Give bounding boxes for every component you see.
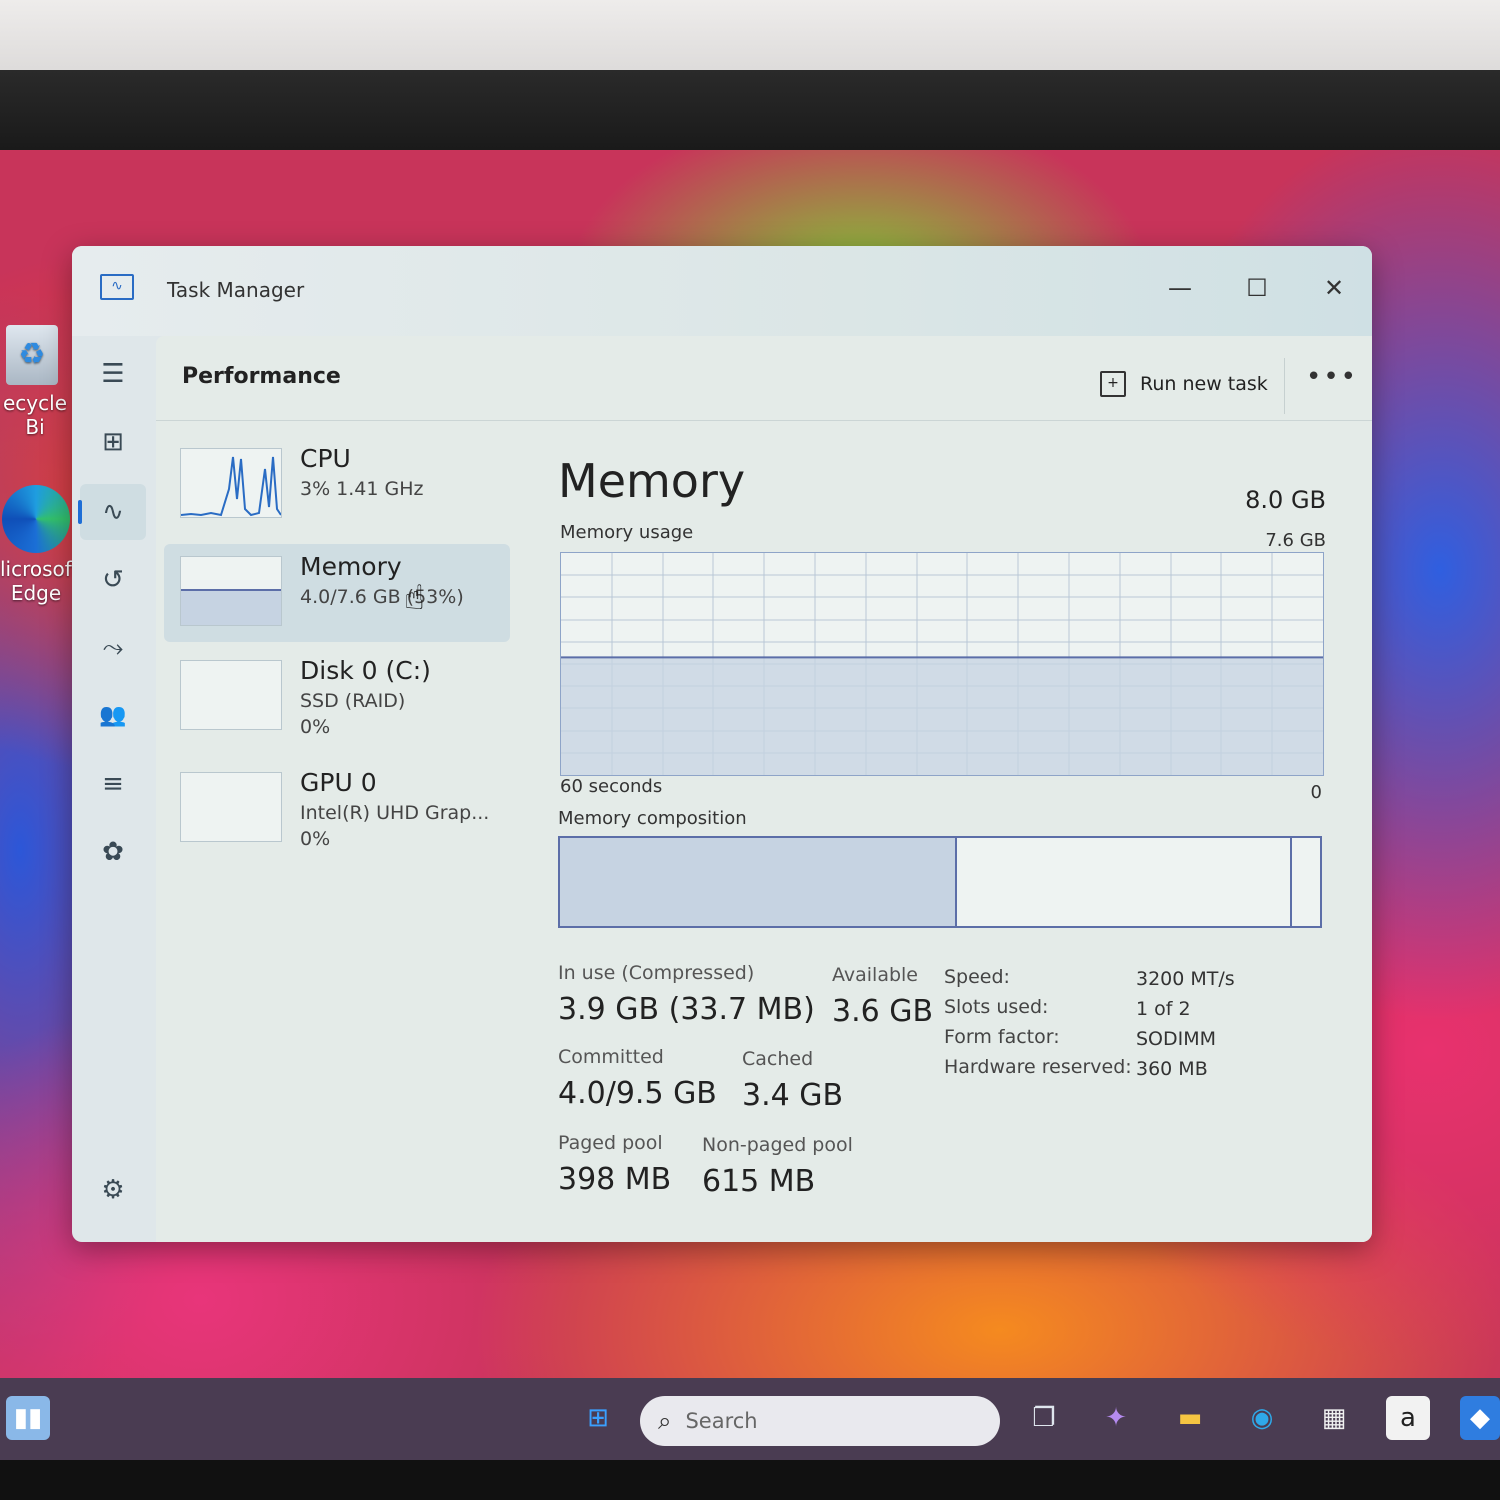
memory-usage: 4.0/7.6 GB (53%) — [300, 586, 464, 608]
monitor-bottom-bezel — [0, 1460, 1500, 1500]
memory-mini-fill — [181, 589, 281, 625]
hardware-reserved-label: Hardware reserved: — [944, 1056, 1132, 1078]
gpu-usage: 0% — [300, 828, 331, 850]
recycle-bin-label: ecycle Bi — [3, 391, 67, 439]
paged-pool-value: 398 MB — [558, 1162, 672, 1197]
memory-name: Memory — [300, 552, 402, 581]
minimize-button[interactable]: — — [1150, 268, 1210, 308]
recycle-bin-shortcut[interactable]: ♻ ecycle Bi — [0, 325, 70, 439]
memory-thumbnail — [180, 556, 282, 626]
cpu-name: CPU — [300, 444, 351, 473]
committed-label: Committed — [558, 1046, 664, 1068]
nav-rail: ☰ ⊞ ∿ ↺ ⤳ 👥 ≡ ✿ ⚙ — [72, 336, 156, 1242]
cached-label: Cached — [742, 1048, 814, 1070]
performance-panel: Performance + Run new task ••• CPU 3% 1.… — [156, 336, 1372, 1242]
edge-taskbar-icon[interactable]: ◉ — [1240, 1396, 1284, 1440]
hamburger-icon[interactable]: ☰ — [80, 346, 146, 402]
widgets-icon[interactable]: ▮▮ — [6, 1396, 50, 1440]
hardware-reserved-value: 360 MB — [1136, 1058, 1208, 1080]
store-icon[interactable]: ▦ — [1312, 1396, 1356, 1440]
taskbar: ▮▮ ⊞ ⌕ Search ❐ ✦ ▬ ◉ ▦ a ◆ — [0, 1378, 1500, 1460]
disk-usage: 0% — [300, 716, 331, 738]
committed-value: 4.0/9.5 GB — [558, 1076, 717, 1111]
cpu-mini-graph — [181, 456, 281, 517]
graph-zero-label: 0 — [1310, 782, 1322, 803]
file-explorer-icon[interactable]: ▬ — [1168, 1396, 1212, 1440]
run-new-task-button[interactable]: + Run new task — [1100, 366, 1268, 402]
maximize-button[interactable]: ☐ — [1227, 268, 1287, 308]
memory-total: 8.0 GB — [1245, 486, 1326, 514]
device-gpu[interactable]: GPU 0 Intel(R) UHD Grap... 0% — [164, 760, 510, 858]
available-value: 3.6 GB — [832, 994, 934, 1029]
run-new-task-icon: + — [1100, 371, 1126, 397]
composition-standby-divider — [560, 838, 1292, 926]
hand-cursor-icon: ☝ — [404, 578, 425, 618]
processes-icon[interactable]: ⊞ — [80, 414, 146, 470]
cached-value: 3.4 GB — [742, 1078, 844, 1113]
edge-label-line1: licrosoft — [0, 557, 80, 581]
run-new-task-label: Run new task — [1140, 373, 1268, 395]
edge-icon — [2, 485, 70, 553]
disk-thumbnail — [180, 660, 282, 730]
memory-usage-max: 7.6 GB — [1265, 530, 1326, 551]
slots-used-label: Slots used: — [944, 996, 1049, 1018]
cpu-usage: 3% 1.41 GHz — [300, 478, 424, 500]
taskbar-search[interactable]: ⌕ Search — [640, 1396, 1000, 1446]
page-title: Performance — [182, 364, 341, 389]
memory-usage-label: Memory usage — [560, 522, 694, 543]
start-button-icon[interactable]: ⊞ — [576, 1396, 620, 1440]
graph-time-label: 60 seconds — [560, 776, 663, 797]
settings-icon[interactable]: ⚙ — [80, 1162, 146, 1218]
title-bar[interactable]: ∿ Task Manager — ☐ ✕ — [72, 246, 1372, 336]
amazon-icon[interactable]: a — [1386, 1396, 1430, 1440]
nonpaged-pool-label: Non-paged pool — [702, 1134, 853, 1156]
gpu-model: Intel(R) UHD Grap... — [300, 802, 490, 824]
search-placeholder: Search — [685, 1409, 758, 1433]
slots-used-value: 1 of 2 — [1136, 998, 1191, 1020]
window-title: Task Manager — [167, 278, 305, 302]
header-divider — [1284, 358, 1285, 414]
search-icon: ⌕ — [658, 1407, 672, 1435]
form-factor-value: SODIMM — [1136, 1028, 1217, 1050]
task-view-icon[interactable]: ❐ — [1022, 1396, 1066, 1440]
edge-label-line2: Edge — [10, 581, 62, 605]
device-memory[interactable]: Memory 4.0/7.6 GB (53%) — [164, 544, 510, 642]
memory-composition-bar — [558, 836, 1322, 928]
dropbox-icon[interactable]: ◆ — [1460, 1396, 1500, 1440]
memory-usage-fill — [561, 657, 1323, 775]
task-manager-window: ∿ Task Manager — ☐ ✕ ☰ ⊞ ∿ ↺ ⤳ 👥 ≡ ✿ ⚙ P… — [72, 246, 1372, 1242]
nonpaged-pool-value: 615 MB — [702, 1164, 816, 1199]
edge-shortcut[interactable]: licrosoft Edge — [0, 485, 80, 605]
cpu-thumbnail — [180, 448, 282, 518]
memory-composition-label: Memory composition — [558, 808, 747, 829]
app-history-icon[interactable]: ↺ — [80, 552, 146, 608]
copilot-icon[interactable]: ✦ — [1094, 1396, 1138, 1440]
device-cpu[interactable]: CPU 3% 1.41 GHz — [164, 436, 510, 534]
disk-name: Disk 0 (C:) — [300, 656, 431, 685]
speed-value: 3200 MT/s — [1136, 968, 1235, 990]
form-factor-label: Form factor: — [944, 1026, 1060, 1048]
users-icon[interactable]: 👥 — [80, 688, 146, 744]
in-use-label: In use (Compressed) — [558, 962, 755, 984]
recycle-bin-icon: ♻ — [6, 325, 58, 385]
performance-icon[interactable]: ∿ — [78, 484, 146, 540]
panel-header: Performance + Run new task ••• — [156, 336, 1372, 421]
device-disk[interactable]: Disk 0 (C:) SSD (RAID) 0% — [164, 648, 510, 746]
disk-type: SSD (RAID) — [300, 690, 406, 712]
startup-apps-icon[interactable]: ⤳ — [80, 620, 146, 676]
close-button[interactable]: ✕ — [1304, 268, 1364, 308]
available-label: Available — [832, 964, 919, 986]
more-options-icon[interactable]: ••• — [1306, 362, 1358, 392]
memory-usage-graph — [560, 552, 1324, 776]
gpu-name: GPU 0 — [300, 768, 377, 797]
details-icon[interactable]: ≡ — [80, 756, 146, 812]
in-use-value: 3.9 GB (33.7 MB) — [558, 992, 815, 1027]
gpu-thumbnail — [180, 772, 282, 842]
services-icon[interactable]: ✿ — [80, 824, 146, 880]
task-manager-app-icon: ∿ — [100, 274, 134, 300]
memory-heading: Memory — [558, 454, 746, 508]
speed-label: Speed: — [944, 966, 1010, 988]
memory-usage-svg — [561, 553, 1323, 775]
paged-pool-label: Paged pool — [558, 1132, 663, 1154]
